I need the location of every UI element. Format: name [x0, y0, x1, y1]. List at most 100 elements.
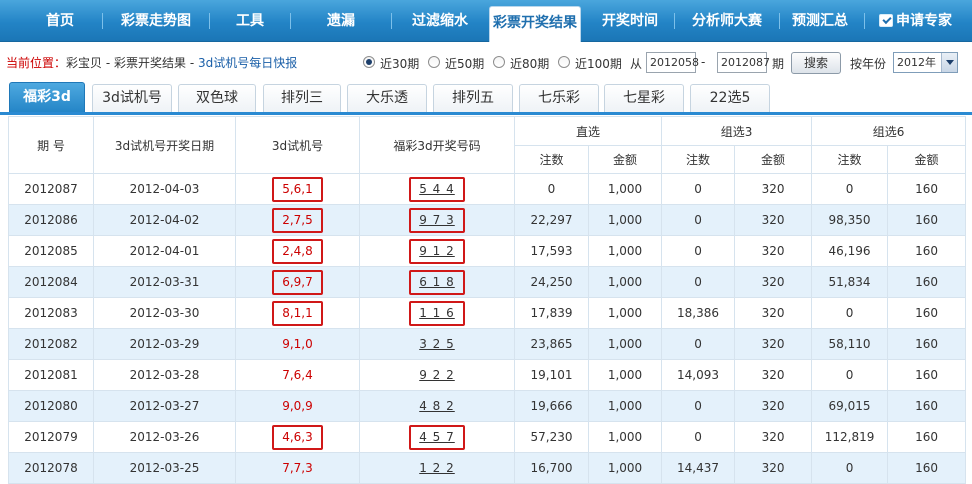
cell-trial-number: 7,7,3 [235, 452, 360, 484]
cell-group6-amount: 160 [887, 204, 967, 236]
cell-group6-count: 0 [811, 297, 889, 329]
cell-group6-count: 112,819 [811, 421, 889, 453]
cell-group6-amount: 160 [887, 266, 967, 298]
breadcrumb-current: 3d试机号每日快报 [197, 56, 298, 70]
cell-group6-count-text: 69,015 [828, 399, 871, 413]
tabs-underline [0, 112, 972, 115]
cell-group6-count: 0 [811, 359, 889, 391]
cell-date: 2012-03-29 [93, 328, 236, 360]
tab-shuangseqiu[interactable]: 双色球 [178, 84, 256, 113]
cell-winning-number-text[interactable]: 3 2 5 [419, 337, 455, 351]
cell-direct-amount: 1,000 [587, 173, 663, 205]
cell-winning-number-text[interactable]: 1 1 6 [419, 306, 455, 320]
cell-winning-number: 3 2 5 [359, 328, 515, 360]
cell-group3-count: 0 [661, 204, 736, 236]
nav-home[interactable]: 首页 [18, 0, 102, 42]
cell-issue-text: 2012084 [24, 275, 78, 289]
cell-group6-count-text: 46,196 [828, 244, 871, 258]
cell-winning-number-text[interactable]: 9 2 2 [419, 368, 455, 382]
cell-issue-text: 2012081 [24, 368, 78, 382]
cell-date-text: 2012-04-03 [129, 182, 200, 196]
from-issue-input[interactable]: 2012058 [646, 52, 699, 73]
nav-lottery-results[interactable]: 彩票开奖结果 [489, 6, 581, 42]
cell-date-text: 2012-03-26 [129, 430, 200, 444]
cell-date-text: 2012-03-27 [129, 399, 200, 413]
cell-winning-number-text[interactable]: 6 1 8 [419, 275, 455, 289]
cell-issue: 2012081 [8, 359, 94, 391]
year-select[interactable]: 2012年 [893, 52, 958, 73]
cell-group3-amount: 320 [734, 266, 813, 298]
cell-winning-number-text[interactable]: 9 7 3 [419, 213, 455, 227]
nav-trend-chart[interactable]: 彩票走势图 [103, 0, 209, 42]
cell-group3-amount: 320 [734, 359, 813, 391]
cell-winning-number-text[interactable]: 9 1 2 [419, 244, 455, 258]
cell-group3-count: 0 [661, 390, 736, 422]
cell-direct-amount-text: 1,000 [607, 337, 643, 351]
period-radio-80[interactable] [493, 56, 505, 68]
cell-issue: 2012078 [8, 452, 94, 484]
cell-direct-amount: 1,000 [587, 266, 663, 298]
cell-issue: 2012082 [8, 328, 94, 360]
cell-direct-amount-text: 1,000 [607, 306, 643, 320]
nav-filter-reduce[interactable]: 过滤缩水 [392, 0, 488, 42]
tab-qixingcai[interactable]: 七星彩 [604, 84, 684, 113]
period-radio-30[interactable] [363, 56, 375, 68]
breadcrumb-section[interactable]: 彩票开奖结果 [114, 56, 186, 70]
cell-group6-count: 0 [811, 173, 889, 205]
cell-group6-amount: 160 [887, 390, 967, 422]
cell-group6-amount: 160 [887, 173, 967, 205]
chevron-down-icon[interactable] [941, 53, 957, 72]
cell-date-text: 2012-03-28 [129, 368, 200, 382]
cell-direct-amount: 1,000 [587, 328, 663, 360]
to-issue-input[interactable]: 2012087 [717, 52, 770, 73]
cell-direct-amount: 1,000 [587, 359, 663, 391]
nav-prediction-summary[interactable]: 预测汇总 [780, 0, 860, 42]
cell-date: 2012-03-30 [93, 297, 236, 329]
tab-pailie-5[interactable]: 排列五 [433, 84, 513, 113]
cell-group6-amount: 160 [887, 421, 967, 453]
edit-check-icon[interactable] [879, 14, 893, 27]
cell-winning-number-text[interactable]: 5 4 4 [419, 182, 455, 196]
cell-group3-amount-text: 320 [761, 461, 785, 475]
period-radio-100[interactable] [558, 56, 570, 68]
search-button[interactable]: 搜索 [791, 52, 841, 74]
tab-daletou[interactable]: 大乐透 [347, 84, 427, 113]
cell-trial-number-text: 9,1,0 [282, 337, 313, 351]
cell-direct-count: 19,101 [514, 359, 589, 391]
cell-group6-amount-text: 160 [915, 213, 938, 227]
cell-group6-count-text: 0 [845, 306, 854, 320]
cell-direct-amount: 1,000 [587, 204, 663, 236]
cell-group3-count: 0 [661, 173, 736, 205]
cell-issue-text: 2012078 [24, 461, 78, 475]
apply-expert-link[interactable]: 申请专家 [896, 0, 962, 42]
cell-direct-count-text: 0 [547, 182, 556, 196]
cell-winning-number-text[interactable]: 1 2 2 [419, 461, 455, 475]
table-row: 2012083 2012-03-30 8,1,1 1 1 6 17,839 1,000 18… [8, 297, 967, 329]
table-row: 2012087 2012-04-03 5,6,1 5 4 4 0 1,000 0 320 0 16… [8, 173, 967, 205]
cell-winning-number-text[interactable]: 4 8 2 [419, 399, 455, 413]
cell-group3-amount: 320 [734, 328, 813, 360]
cell-direct-amount: 1,000 [587, 421, 663, 453]
nav-tools[interactable]: 工具 [210, 0, 290, 42]
nav-divider [864, 13, 865, 29]
col-count-header: 注数 [514, 145, 589, 174]
cell-date: 2012-03-28 [93, 359, 236, 391]
tab-fucai-3d[interactable]: 福彩3d [9, 82, 85, 113]
cell-trial-number: 2,7,5 [235, 204, 360, 236]
tab-3d-trial[interactable]: 3d试机号 [92, 84, 172, 113]
nav-analyst-contest[interactable]: 分析师大赛 [675, 0, 779, 42]
tab-22xuan5[interactable]: 22选5 [690, 84, 770, 113]
cell-group6-count: 0 [811, 452, 889, 484]
cell-direct-amount-text: 1,000 [607, 399, 643, 413]
cell-winning-number-text[interactable]: 4 5 7 [419, 430, 455, 444]
cell-group6-amount: 160 [887, 359, 967, 391]
period-radio-50[interactable] [428, 56, 440, 68]
cell-date-text: 2012-03-25 [129, 461, 200, 475]
nav-missing[interactable]: 遗漏 [291, 0, 391, 42]
cell-group3-count: 0 [661, 421, 736, 453]
cell-winning-number: 6 1 8 [359, 266, 515, 298]
nav-draw-time[interactable]: 开奖时间 [586, 0, 674, 42]
tab-pailie-3[interactable]: 排列三 [263, 84, 341, 113]
breadcrumb-home[interactable]: 彩宝贝 [66, 56, 102, 70]
tab-qilecai[interactable]: 七乐彩 [519, 84, 599, 113]
